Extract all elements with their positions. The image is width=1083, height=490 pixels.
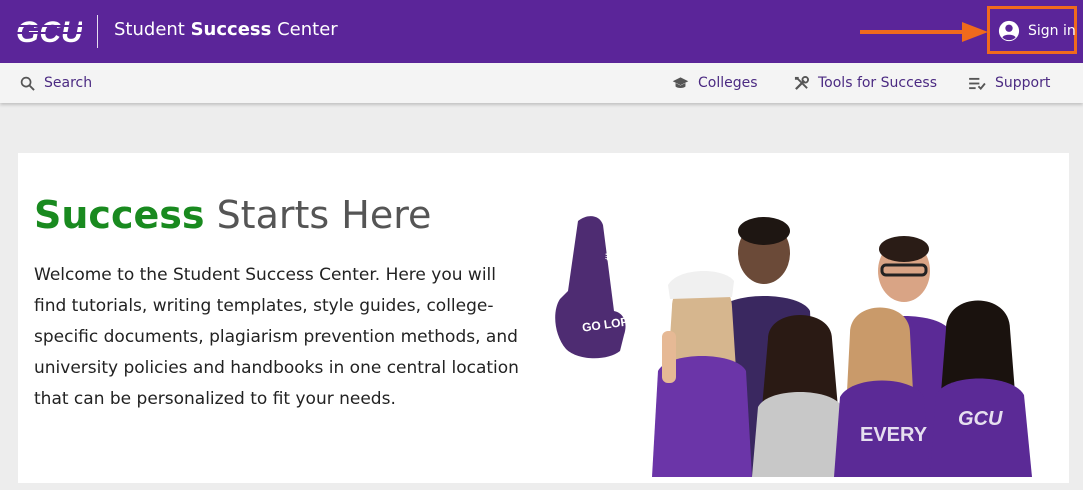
foam-finger-tag: #LOPELIFE [603, 211, 618, 261]
nav-bar: Search Colleges Tools for Success Suppor… [0, 63, 1083, 103]
list-icon [969, 77, 986, 90]
hero-card: Success Starts Here Welcome to the Stude… [18, 153, 1069, 483]
annotation-arrow-icon [860, 22, 988, 42]
nav-item-colleges[interactable]: Colleges [672, 63, 758, 103]
title-bold: Success [190, 19, 272, 40]
account-circle-icon [998, 20, 1020, 42]
search-label: Search [44, 75, 93, 91]
signin-button[interactable]: Sign in [998, 20, 1076, 42]
logo-divider [97, 15, 98, 48]
title-suffix: Center [271, 19, 338, 40]
intro-paragraph: Welcome to the Student Success Center. H… [34, 265, 519, 409]
app-title: Student Success Center [114, 19, 338, 40]
nav-item-tools-for-success[interactable]: Tools for Success [794, 63, 937, 103]
search-icon [20, 76, 35, 91]
headline-rest: Starts Here [204, 193, 432, 237]
graduation-cap-icon [672, 77, 689, 89]
tools-icon [794, 75, 809, 90]
title-prefix: Student [114, 19, 191, 40]
headline-green: Success [34, 193, 205, 237]
nav-item-support[interactable]: Support [969, 63, 1050, 103]
top-header: GCU Student Success Center Sign in [0, 0, 1083, 63]
signin-label: Sign in [1028, 23, 1076, 39]
students-photo: GO LOPES! #LOPELIFE EVERY GCU [555, 211, 1032, 477]
foam-finger: GO LOPES! #LOPELIFE [555, 211, 649, 359]
page-title: Success Starts Here [34, 193, 431, 237]
svg-text:GCU: GCU [958, 408, 1003, 430]
search-link[interactable]: Search [20, 63, 92, 103]
svg-text:EVERY: EVERY [860, 424, 928, 446]
nav-item-label: Support [995, 75, 1051, 91]
nav-item-label: Tools for Success [818, 75, 937, 91]
nav-item-label: Colleges [698, 75, 758, 91]
gcu-logo[interactable]: GCU [14, 14, 82, 48]
